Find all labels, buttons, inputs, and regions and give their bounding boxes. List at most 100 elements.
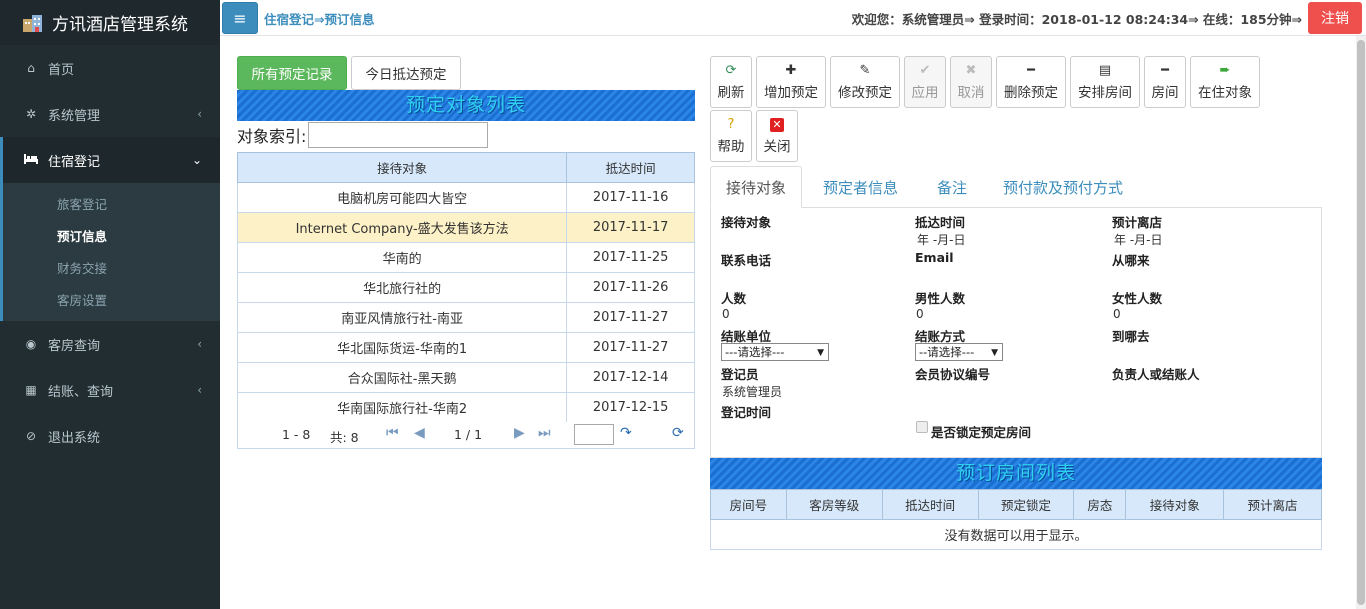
reservation-list-title: 预定对象列表 xyxy=(237,90,695,121)
tab-remarks[interactable]: 备注 xyxy=(937,166,967,208)
ban-icon: ⊘ xyxy=(25,429,37,443)
submenu-room-settings[interactable]: 客房设置 xyxy=(3,283,220,315)
edit-label: 修改预定 xyxy=(838,85,892,101)
table-pager: 1 - 8 共: 8 ⏮ ◀ 1 / 1 ▶ ⏭ ↷ ⟳ xyxy=(237,422,695,449)
sidebar-item-checkout[interactable]: ▦ 结账、查询 ‹ xyxy=(0,367,220,413)
column-header-receive-obj[interactable]: 接待对象 xyxy=(1125,489,1225,520)
refresh-icon: ⟳ xyxy=(725,63,737,78)
edit-reservation-button[interactable]: ✎ 修改预定 xyxy=(830,56,900,108)
receive-obj-label: 接待对象 xyxy=(721,215,772,230)
table-row[interactable]: 合众国际社-黑天鹅 2017-12-14 xyxy=(236,362,695,393)
page-number-input[interactable] xyxy=(574,424,614,445)
minus-icon: ━ xyxy=(1161,63,1169,78)
calculator-icon: ▦ xyxy=(25,383,37,397)
cell-arrival: 2017-11-16 xyxy=(566,182,695,213)
close-button[interactable]: ✕ 关闭 xyxy=(756,110,798,162)
cell-receive-obj: 华北国际货运-华南的1 xyxy=(236,332,568,363)
tab-prepayment[interactable]: 预付款及预付方式 xyxy=(1003,166,1123,208)
go-page-icon[interactable]: ↷ xyxy=(620,425,632,441)
column-header-status[interactable]: 房态 xyxy=(1073,489,1127,520)
departure-field[interactable]: 年 -月-日 xyxy=(1114,231,1162,248)
room-button[interactable]: ━ 房间 xyxy=(1144,56,1186,108)
sidebar-item-label: 系统管理 xyxy=(48,108,101,124)
female-value[interactable]: 0 xyxy=(1113,307,1121,321)
all-reservations-button[interactable]: 所有预定记录 xyxy=(237,56,347,90)
table-row[interactable]: 南亚风情旅行社-南亚 2017-11-27 xyxy=(236,302,695,333)
close-icon: ✕ xyxy=(770,118,784,132)
cell-receive-obj: 合众国际社-黑天鹅 xyxy=(236,362,568,393)
lock-room-label: 是否锁定预定房间 xyxy=(931,425,1032,440)
people-value[interactable]: 0 xyxy=(722,307,730,321)
welcome-status: 欢迎您：系统管理员⇒ 登录时间：2018-01-12 08:24:34⇒ 在线：… xyxy=(851,12,1302,27)
column-header-room-level[interactable]: 客房等级 xyxy=(785,489,883,520)
submenu-finance-handover[interactable]: 财务交接 xyxy=(3,251,220,283)
today-arrivals-button[interactable]: 今日抵达预定 xyxy=(351,56,461,90)
room-label: 房间 xyxy=(1151,85,1179,101)
first-page-icon[interactable]: ⏮ xyxy=(386,425,399,441)
cell-arrival: 2017-12-15 xyxy=(566,392,695,423)
gear-icon: ✲ xyxy=(25,107,37,121)
sidebar-item-system[interactable]: ✲ 系统管理 ‹ xyxy=(0,91,220,137)
cell-receive-obj: 华北旅行社的 xyxy=(236,272,568,303)
eye-icon: ◉ xyxy=(25,337,37,351)
settle-unit-select[interactable]: ---请选择--- xyxy=(721,343,829,361)
from-where-label: 从哪来 xyxy=(1112,253,1150,268)
table-row[interactable]: 华南国际旅行社-华南2 2017-12-15 xyxy=(236,392,695,423)
chevron-down-icon: ⌄ xyxy=(191,153,202,167)
submenu-guest-register[interactable]: 旅客登记 xyxy=(3,187,220,219)
pager-page: 1 / 1 xyxy=(454,427,483,442)
top-header: ≡ 住宿登记⇒预订信息 欢迎您：系统管理员⇒ 登录时间：2018-01-12 0… xyxy=(220,0,1366,36)
sidebar-item-home[interactable]: ⌂ 首页 xyxy=(0,45,220,91)
last-page-icon[interactable]: ⏭ xyxy=(538,425,551,441)
refresh-label: 刷新 xyxy=(717,85,745,101)
cell-arrival: 2017-11-27 xyxy=(566,302,695,333)
arrival-time-field[interactable]: 年 -月-日 xyxy=(917,231,965,248)
tab-booker-info[interactable]: 预定者信息 xyxy=(823,166,898,208)
column-header-room-no[interactable]: 房间号 xyxy=(710,489,787,520)
submenu-reservation[interactable]: 预订信息 xyxy=(3,219,220,251)
cell-receive-obj: 华南国际旅行社-华南2 xyxy=(236,392,568,423)
menu-toggle-button[interactable]: ≡ xyxy=(222,2,258,34)
sidebar-item-checkin[interactable]: 住宿登记 ⌄ xyxy=(0,137,220,183)
member-no-label: 会员协议编号 xyxy=(915,367,991,382)
table-row[interactable]: 华南的 2017-11-25 xyxy=(236,242,695,273)
apply-button[interactable]: ✔ 应用 xyxy=(904,56,946,108)
cell-arrival: 2017-11-17 xyxy=(566,212,695,243)
logout-button[interactable]: 注销 xyxy=(1308,2,1362,34)
lock-room-checkbox[interactable] xyxy=(916,421,928,433)
cell-receive-obj: 电脑机房可能四大皆空 xyxy=(236,182,568,213)
sidebar-item-room-query[interactable]: ◉ 客房查询 ‹ xyxy=(0,321,220,367)
male-value[interactable]: 0 xyxy=(916,307,924,321)
arrange-room-button[interactable]: ▤ 安排房间 xyxy=(1070,56,1140,108)
email-label: Email xyxy=(915,250,954,265)
object-index-input[interactable] xyxy=(308,122,489,148)
refresh-list-icon[interactable]: ⟳ xyxy=(672,425,684,441)
table-row[interactable]: 电脑机房可能四大皆空 2017-11-16 xyxy=(236,182,695,213)
prev-page-icon[interactable]: ◀ xyxy=(414,425,425,441)
help-button[interactable]: ? 帮助 xyxy=(710,110,752,162)
settle-method-select[interactable]: --请选择--- xyxy=(915,343,1003,361)
scrollbar-thumb[interactable] xyxy=(1357,40,1365,605)
column-header-lock[interactable]: 预定锁定 xyxy=(977,489,1075,520)
next-page-icon[interactable]: ▶ xyxy=(514,425,525,441)
app-brand[interactable]: 方讯酒店管理系统 xyxy=(0,0,220,45)
column-header-departure[interactable]: 预计离店 xyxy=(1223,489,1322,520)
table-row[interactable]: 华北国际货运-华南的1 2017-11-27 xyxy=(236,332,695,363)
plus-icon: ✚ xyxy=(785,63,797,78)
sidebar-item-exit[interactable]: ⊘ 退出系统 xyxy=(0,413,220,459)
page-scrollbar[interactable] xyxy=(1356,36,1366,609)
cell-arrival: 2017-11-25 xyxy=(566,242,695,273)
delete-reservation-button[interactable]: ━ 删除预定 xyxy=(996,56,1066,108)
responsible-label: 负责人或结账人 xyxy=(1112,367,1200,382)
column-header-arrival[interactable]: 抵达时间 xyxy=(566,152,695,183)
table-row[interactable]: 华北旅行社的 2017-11-26 xyxy=(236,272,695,303)
cancel-button[interactable]: ✖ 取消 xyxy=(950,56,992,108)
table-row-selected[interactable]: Internet Company-盛大发售该方法 2017-11-17 xyxy=(236,212,695,243)
add-reservation-button[interactable]: ✚ 增加预定 xyxy=(756,56,826,108)
room-table: 房间号 客房等级 抵达时间 预定锁定 房态 接待对象 预计离店 没有数据可以用于… xyxy=(710,489,1322,550)
refresh-button[interactable]: ⟳ 刷新 xyxy=(710,56,752,108)
occupant-button[interactable]: ➨ 在住对象 xyxy=(1190,56,1260,108)
tab-receive-obj[interactable]: 接待对象 xyxy=(710,166,803,208)
column-header-receive-obj[interactable]: 接待对象 xyxy=(236,152,568,183)
column-header-arrival[interactable]: 抵达时间 xyxy=(881,489,979,520)
